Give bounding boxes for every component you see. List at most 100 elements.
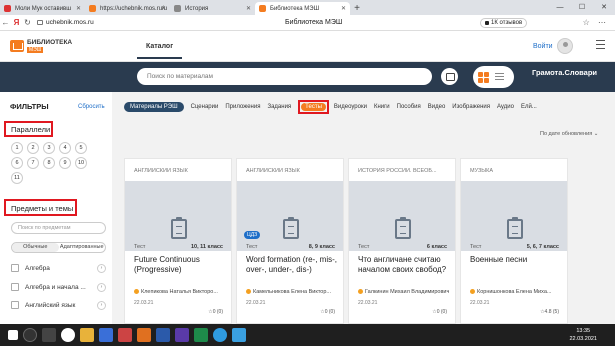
gramota-link[interactable]: Грамота.Словари: [532, 68, 597, 77]
telegram-icon[interactable]: [213, 328, 227, 342]
subject-item[interactable]: Английский язык ›: [11, 299, 106, 311]
close-window-icon[interactable]: ✕: [593, 0, 615, 15]
grid-view-icon[interactable]: [478, 71, 489, 83]
chip-video-lessons[interactable]: Видеоуроки: [334, 104, 367, 110]
user-avatar-icon[interactable]: [557, 38, 573, 54]
grade-option[interactable]: 7: [27, 157, 39, 169]
material-card[interactable]: МУЗЫКА Тест 5, 6, 7 класс Военные песни …: [460, 158, 568, 324]
view-toggle[interactable]: [473, 66, 514, 88]
grade-option[interactable]: 6: [11, 157, 23, 169]
browser-tab[interactable]: Моли Мук оставивш ✕: [0, 2, 85, 15]
material-card[interactable]: АНГЛИЙСКИЙ ЯЗЫК Тест 10, 11 класс Future…: [124, 158, 232, 324]
chevron-down-icon: ⌄: [593, 131, 599, 137]
rating-value: 0 (0): [436, 309, 447, 315]
chip-resh-materials[interactable]: Материалы РЭШ: [124, 102, 184, 112]
card-type: Тест: [134, 244, 146, 250]
card-grade: 6 класс: [426, 244, 447, 250]
new-tab-button[interactable]: +: [350, 2, 364, 15]
grade-option[interactable]: 9: [59, 157, 71, 169]
calendar-icon[interactable]: [441, 68, 458, 85]
grade-option[interactable]: 3: [43, 142, 55, 154]
chip-manuals[interactable]: Пособия: [397, 104, 421, 110]
app-icon[interactable]: [99, 328, 113, 342]
app-icon[interactable]: [194, 328, 208, 342]
subject-mode-tabs: Обычные Адаптированные: [11, 242, 106, 253]
material-card[interactable]: ИСТОРИЯ РОССИИ. ВСЕОБ... Тест 6 класс Чт…: [348, 158, 456, 324]
tab-favicon-icon: [89, 5, 96, 12]
search-input[interactable]: [137, 68, 432, 85]
card-author: Камельникова Елена Виктор...: [246, 289, 340, 295]
grade-option[interactable]: 1: [11, 142, 23, 154]
chip-scenarios[interactable]: Сценарии: [191, 104, 219, 110]
chevron-right-icon[interactable]: ›: [97, 282, 106, 292]
yandex-browser-icon[interactable]: [61, 328, 75, 342]
chip-tests[interactable]: Тесты: [301, 103, 326, 111]
chevron-right-icon[interactable]: ›: [97, 300, 106, 310]
chip-audio[interactable]: Аудио: [497, 104, 514, 110]
browser-tab[interactable]: https://uchebnik.mos.ru/u ✕: [85, 2, 170, 15]
material-card[interactable]: АНГЛИЙСКИЙ ЯЗЫК ЦДЗ Тест 8, 9 класс Word…: [236, 158, 344, 324]
hamburger-menu-icon[interactable]: [596, 40, 605, 52]
tab-adapted[interactable]: Адаптированные: [59, 243, 106, 252]
card-title[interactable]: Future Continuous (Progressive): [134, 255, 226, 274]
grade-option[interactable]: 4: [59, 142, 71, 154]
grade-option[interactable]: 8: [43, 157, 55, 169]
chip-video[interactable]: Видео: [428, 104, 446, 110]
grade-option[interactable]: 10: [75, 157, 87, 169]
maximize-icon[interactable]: ☐: [571, 0, 593, 15]
minimize-icon[interactable]: —: [549, 0, 571, 15]
chip-more[interactable]: Елй...: [521, 104, 537, 110]
reload-icon[interactable]: ↻: [22, 18, 33, 27]
search-icon[interactable]: [23, 328, 37, 342]
reviews-badge[interactable]: 1К отзывов: [480, 18, 528, 28]
reset-filters-link[interactable]: Сбросить: [78, 104, 105, 110]
app-icon[interactable]: [118, 328, 132, 342]
close-tab-icon[interactable]: ✕: [76, 5, 81, 12]
parallels-title: Параллели: [11, 125, 51, 134]
subject-search-input[interactable]: Поиск по предметам: [11, 222, 106, 234]
list-view-icon[interactable]: [495, 72, 504, 82]
grade-option[interactable]: 2: [27, 142, 39, 154]
catalog-tab[interactable]: Каталог: [137, 35, 183, 59]
browser-tab[interactable]: История ✕: [170, 2, 255, 15]
windows-start-icon[interactable]: [8, 330, 18, 340]
chip-apps[interactable]: Приложения: [225, 104, 260, 110]
card-subject: АНГЛИЙСКИЙ ЯЗЫК: [246, 168, 300, 174]
library-logo[interactable]: БИБЛИОТЕКА МЭШ: [10, 39, 72, 53]
chip-books[interactable]: Книги: [374, 104, 390, 110]
logo-subtext: МЭШ: [27, 47, 44, 53]
app-icon[interactable]: [175, 328, 189, 342]
checkbox[interactable]: [11, 283, 19, 291]
chip-images[interactable]: Изображения: [452, 104, 490, 110]
browser-menu-icons[interactable]: ☆ ⋯: [583, 18, 609, 27]
chevron-right-icon[interactable]: ›: [97, 263, 106, 273]
card-title[interactable]: Военные песни: [470, 255, 562, 265]
subject-item[interactable]: Алгебра и начала ... ›: [11, 281, 106, 293]
checkbox[interactable]: [11, 301, 19, 309]
card-title[interactable]: Word formation (re-, mis-, over-, under-…: [246, 255, 338, 274]
grade-option[interactable]: 11: [11, 172, 23, 184]
card-title[interactable]: Что англичане считаю началом своих свобо…: [358, 255, 450, 274]
checkbox[interactable]: [11, 264, 19, 272]
task-view-icon[interactable]: [42, 328, 56, 342]
system-clock[interactable]: 13:35 22.03.2021: [569, 327, 597, 343]
word-icon[interactable]: [156, 328, 170, 342]
yandex-icon[interactable]: Я: [11, 18, 22, 27]
card-subject: ИСТОРИЯ РОССИИ. ВСЕОБ...: [358, 168, 437, 174]
close-tab-icon[interactable]: ✕: [161, 5, 166, 12]
app-icon[interactable]: [232, 328, 246, 342]
login-link[interactable]: Войти: [533, 43, 553, 50]
chip-tasks[interactable]: Задания: [267, 104, 291, 110]
app-icon[interactable]: [137, 328, 151, 342]
clipboard-icon: [507, 217, 523, 239]
back-icon[interactable]: ←: [0, 18, 11, 27]
close-tab-icon[interactable]: ✕: [341, 5, 346, 12]
url-field[interactable]: uchebnik.mos.ru: [37, 19, 94, 26]
tab-regular[interactable]: Обычные: [12, 243, 59, 252]
browser-tab-active[interactable]: Библиотека МЭШ ✕: [255, 2, 350, 15]
file-explorer-icon[interactable]: [80, 328, 94, 342]
grade-option[interactable]: 5: [75, 142, 87, 154]
sort-dropdown[interactable]: По дате обновления ⌄: [540, 131, 598, 137]
close-tab-icon[interactable]: ✕: [246, 5, 251, 12]
subject-item[interactable]: Алгебра ›: [11, 262, 106, 274]
